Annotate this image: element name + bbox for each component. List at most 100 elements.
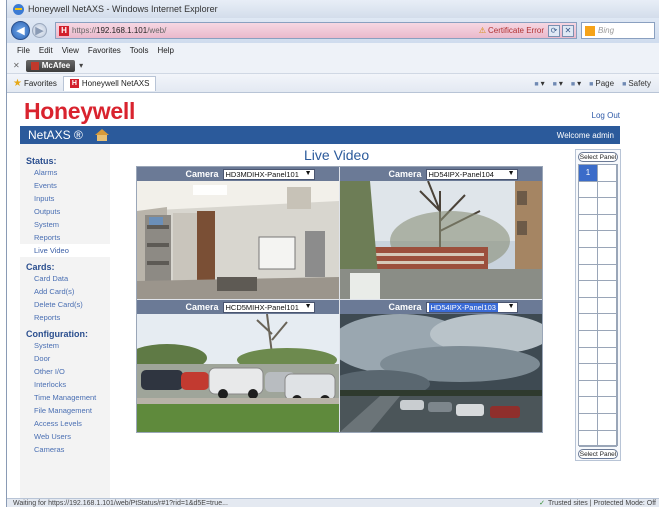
select-panel-button-bottom[interactable]: Select Panel <box>578 449 618 459</box>
sidebar-section-status: Status: <box>26 156 57 166</box>
panel-cell[interactable] <box>579 364 598 381</box>
logout-link[interactable]: Log Out <box>592 111 620 120</box>
sidebar-item-time-management[interactable]: Time Management <box>20 391 110 404</box>
menu-file[interactable]: File <box>17 46 30 55</box>
panel-cell[interactable] <box>579 281 598 298</box>
chevron-down-icon: ▼ <box>507 302 515 310</box>
camera-select-4[interactable]: HD54IPX-Panel103 ▼ <box>425 301 518 313</box>
panel-cell-1[interactable]: 1 <box>579 165 598 182</box>
menu-tools[interactable]: Tools <box>130 46 149 55</box>
sidebar-item-interlocks[interactable]: Interlocks <box>20 378 110 391</box>
menu-edit[interactable]: Edit <box>39 46 53 55</box>
panel-cell[interactable] <box>579 380 598 398</box>
sidebar-item-system[interactable]: System <box>20 218 110 231</box>
panel-cell[interactable] <box>598 281 617 298</box>
refresh-icon[interactable]: ⟳ <box>548 24 560 37</box>
camera-select-3[interactable]: HCD5MIHX-Panel101 ▼ <box>222 301 315 313</box>
tab-honeywell-netaxs[interactable]: H Honeywell NetAXS <box>62 75 157 91</box>
sidebar-item-delete-cards[interactable]: Delete Card(s) <box>20 298 110 311</box>
feeds-icon[interactable]: ▾ <box>553 79 563 88</box>
back-button[interactable]: ◀ <box>11 21 30 40</box>
sidebar-item-alarms[interactable]: Alarms <box>20 166 110 179</box>
panel-cell[interactable] <box>579 264 598 282</box>
sidebar-item-card-data[interactable]: Card Data <box>20 272 110 285</box>
select-panel-button-top[interactable]: Select Panel <box>578 152 618 162</box>
sidebar-item-web-users[interactable]: Web Users <box>20 430 110 443</box>
panel-cell[interactable] <box>579 430 598 448</box>
mcafee-button[interactable]: McAfee <box>25 59 76 72</box>
camera-label: Camera <box>388 302 422 312</box>
print-icon[interactable]: ▾ <box>571 79 581 88</box>
panel-cell[interactable] <box>598 413 617 431</box>
close-toolbar-icon[interactable]: ✕ <box>13 61 20 70</box>
panel-cell[interactable] <box>579 330 598 348</box>
certificate-error-button[interactable]: Certificate Error <box>479 26 544 35</box>
panel-cell[interactable] <box>579 198 598 215</box>
home-icon[interactable] <box>94 129 109 141</box>
safety-menu[interactable]: Safety <box>622 79 651 88</box>
panel-cell[interactable] <box>598 181 617 199</box>
security-zone: Trusted sites | Protected Mode: Off <box>539 499 656 507</box>
panel-cell[interactable] <box>579 347 598 365</box>
sidebar-item-outputs[interactable]: Outputs <box>20 205 110 218</box>
sidebar-item-live-video[interactable]: Live Video <box>20 244 110 257</box>
panel-cell[interactable] <box>579 297 598 315</box>
camera-select-2[interactable]: HD54IPX-Panel104 ▼ <box>425 168 518 180</box>
panel-cell[interactable] <box>598 347 617 365</box>
sidebar-item-config-system[interactable]: System <box>20 339 110 352</box>
address-bar[interactable]: H https://192.168.1.101/web/ Certificate… <box>55 22 577 39</box>
panel-cell[interactable] <box>598 165 617 182</box>
favorites-button[interactable]: Favorites <box>24 79 57 88</box>
panel-cell[interactable] <box>579 231 598 248</box>
panel-cell[interactable] <box>598 364 617 381</box>
sidebar-item-door[interactable]: Door <box>20 352 110 365</box>
camera-label: Camera <box>185 302 219 312</box>
panel-cell[interactable] <box>579 314 598 331</box>
panel-cell[interactable] <box>598 247 617 265</box>
panel-cell[interactable] <box>598 397 617 414</box>
menu-view[interactable]: View <box>62 46 79 55</box>
favorites-star-icon[interactable]: ★ <box>13 78 22 89</box>
sidebar-item-access-levels[interactable]: Access Levels <box>20 417 110 430</box>
panel-cell[interactable] <box>598 214 617 232</box>
forward-button[interactable]: ▶ <box>32 23 47 38</box>
panel-cell[interactable] <box>579 413 598 431</box>
sidebar-item-events[interactable]: Events <box>20 179 110 192</box>
stop-icon[interactable]: ✕ <box>562 24 574 37</box>
video-feed-3[interactable] <box>137 314 339 432</box>
panel-cell[interactable] <box>598 380 617 398</box>
web-page: Honeywell Log Out NetAXS ® Welcome admin… <box>7 93 659 498</box>
menu-help[interactable]: Help <box>157 46 173 55</box>
sidebar-item-other-io[interactable]: Other I/O <box>20 365 110 378</box>
panel-cell[interactable] <box>598 198 617 215</box>
panel-cell[interactable] <box>598 297 617 315</box>
honeywell-favicon-icon: H <box>59 25 69 36</box>
favorites-bar: ★ Favorites H Honeywell NetAXS ▾ ▾ ▾ Pag… <box>7 74 659 93</box>
chevron-down-icon[interactable]: ▾ <box>79 61 83 70</box>
status-text: Waiting for https://192.168.1.101/web/Pt… <box>13 499 228 507</box>
sidebar-item-inputs[interactable]: Inputs <box>20 192 110 205</box>
video-feed-2[interactable] <box>340 181 542 299</box>
panel-cell[interactable] <box>579 214 598 232</box>
page-menu[interactable]: Page <box>589 79 614 88</box>
panel-cell[interactable] <box>598 430 617 448</box>
panel-cell[interactable] <box>598 264 617 282</box>
sidebar-item-card-reports[interactable]: Reports <box>20 311 110 324</box>
sidebar-item-add-cards[interactable]: Add Card(s) <box>20 285 110 298</box>
panel-cell[interactable] <box>598 231 617 248</box>
sidebar-item-reports[interactable]: Reports <box>20 231 110 244</box>
camera-header: Camera HD3MDIHX-Panel101 ▼ <box>137 167 339 181</box>
sidebar-item-cameras[interactable]: Cameras <box>20 443 110 456</box>
sidebar-item-file-management[interactable]: File Management <box>20 404 110 417</box>
menu-favorites[interactable]: Favorites <box>88 46 121 55</box>
search-input[interactable]: Bing <box>581 22 655 39</box>
panel-cell[interactable] <box>598 314 617 331</box>
panel-cell[interactable] <box>579 397 598 414</box>
video-feed-4[interactable] <box>340 314 542 432</box>
video-feed-1[interactable] <box>137 181 339 299</box>
camera-select-1[interactable]: HD3MDIHX-Panel101 ▼ <box>222 168 315 180</box>
home-icon[interactable]: ▾ <box>534 79 545 88</box>
panel-cell[interactable] <box>598 330 617 348</box>
panel-cell[interactable] <box>579 181 598 199</box>
panel-cell[interactable] <box>579 247 598 265</box>
